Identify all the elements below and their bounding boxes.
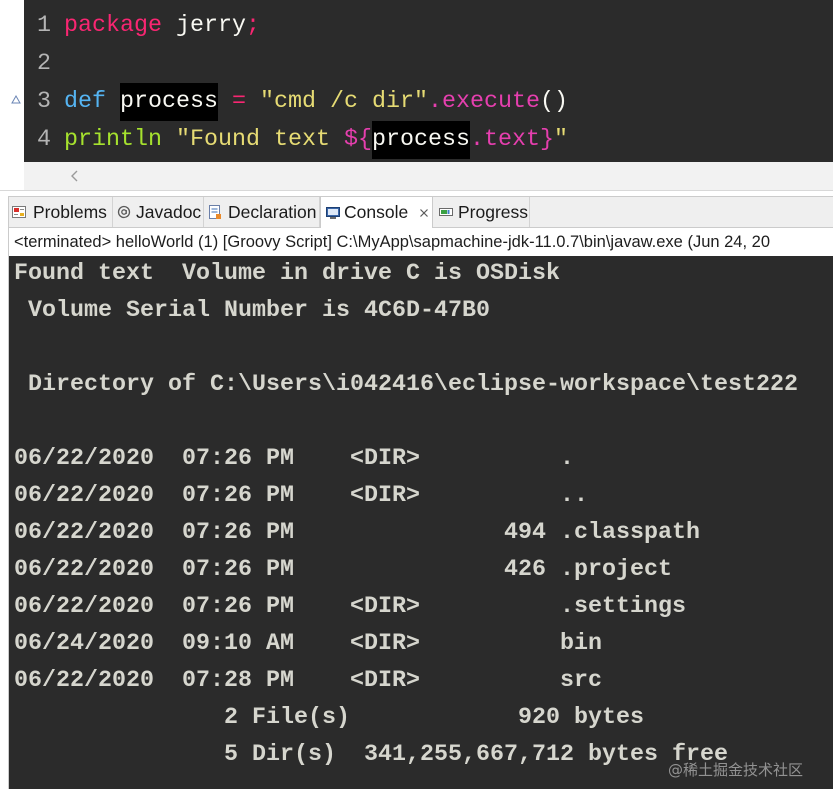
tab-console[interactable]: Console (320, 197, 433, 228)
console-line: 06/22/2020 07:26 PM <DIR> . (14, 446, 574, 472)
code-token: ${ (344, 127, 372, 153)
console-line: 06/22/2020 07:26 PM <DIR> .. (14, 483, 588, 509)
line-number: 1 (37, 13, 51, 39)
code-token: .text} (470, 127, 554, 153)
code-token: ; (246, 13, 260, 39)
javadoc-icon (117, 205, 131, 219)
sash-divider[interactable] (0, 190, 833, 191)
code-token: = (218, 89, 260, 115)
progress-icon (439, 208, 453, 216)
override-triangle-icon[interactable] (11, 95, 21, 104)
close-icon[interactable] (419, 208, 429, 218)
tab-label: Progress (458, 201, 529, 222)
tab-label: Console (344, 202, 409, 222)
tab-label: Problems (33, 201, 107, 222)
console-output[interactable]: Found text Volume in drive C is OSDisk V… (9, 256, 833, 789)
tab-progress[interactable]: Progress (433, 197, 530, 227)
console-line: 06/22/2020 07:28 PM <DIR> src (14, 668, 602, 694)
console-view: Problems Javadoc Declaration Console Pro… (8, 196, 833, 789)
chevron-left-icon (71, 170, 78, 182)
code-token-occurrence: process (120, 83, 218, 121)
code-token: "cmd /c dir" (260, 89, 428, 115)
code-token-occurrence: process (372, 121, 470, 159)
code-token: def (64, 89, 120, 115)
scroll-left-button[interactable] (68, 168, 82, 184)
line-number: 4 (37, 127, 51, 153)
view-tab-bar: Problems Javadoc Declaration Console Pro… (9, 197, 833, 228)
code-editor[interactable]: 1 2 3 4 package jerry; def process = "cm… (24, 0, 833, 162)
declaration-icon (209, 205, 221, 219)
tab-label: Javadoc (136, 201, 202, 222)
console-line: 06/22/2020 07:26 PM <DIR> .settings (14, 594, 686, 620)
code-token: () (540, 89, 568, 115)
console-line: 06/22/2020 07:26 PM 426 .project (14, 557, 672, 583)
console-status-line: <terminated> helloWorld (1) [Groovy Scri… (14, 233, 771, 251)
problems-icon (12, 206, 26, 218)
console-line: Directory of C:\Users\i042416\eclipse-wo… (14, 372, 798, 398)
tab-declaration[interactable]: Declaration (204, 197, 320, 227)
console-line: 06/24/2020 09:10 AM <DIR> bin (14, 631, 602, 657)
console-line: 2 File(s) 920 bytes (14, 705, 644, 731)
console-line: Volume Serial Number is 4C6D-47B0 (14, 298, 490, 324)
console-icon (326, 206, 340, 219)
code-token: " (554, 127, 568, 153)
code-token: .execute (428, 89, 540, 115)
code-token: package (64, 13, 162, 39)
annotation-ruler (0, 0, 24, 162)
console-line: 06/22/2020 07:26 PM 494 .classpath (14, 520, 700, 546)
line-number: 2 (37, 51, 51, 77)
code-token: jerry (162, 13, 246, 39)
editor-horizontal-scrollbar[interactable] (24, 162, 833, 190)
line-number: 3 (37, 89, 51, 115)
tab-label: Declaration (228, 201, 317, 222)
code-line: println "Found text ${process.text}" (64, 121, 829, 159)
line-number-ruler: 1 2 3 4 (24, 7, 51, 159)
watermark: @稀土掘金技术社区 (668, 761, 804, 779)
tab-problems[interactable]: Problems (9, 197, 113, 227)
console-line: Found text Volume in drive C is OSDisk (14, 261, 560, 287)
code-token: "Found text (176, 127, 344, 153)
tab-javadoc[interactable]: Javadoc (113, 197, 204, 227)
code-line: package jerry; (64, 7, 829, 45)
eclipse-window: 1 2 3 4 package jerry; def process = "cm… (0, 0, 833, 789)
code-token: println (64, 127, 176, 153)
code-text[interactable]: package jerry; def process = "cmd /c dir… (64, 7, 829, 159)
code-line: def process = "cmd /c dir".execute() (64, 83, 829, 121)
